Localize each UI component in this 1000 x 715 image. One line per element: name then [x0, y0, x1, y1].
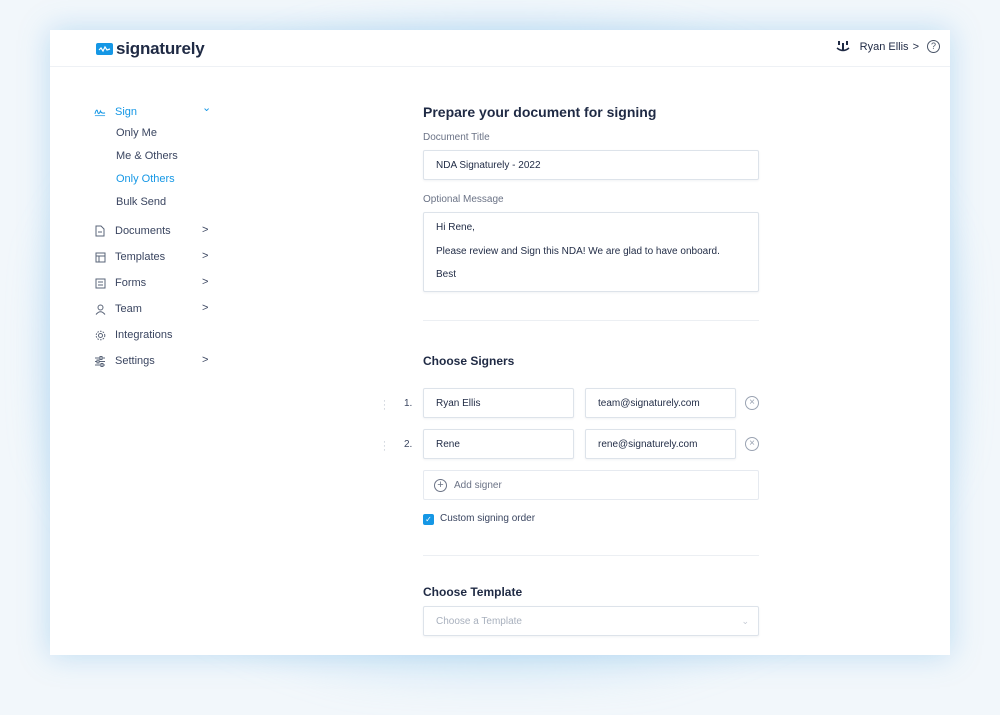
- sidebar-item-label: Documents: [115, 225, 171, 237]
- brand-name: signaturely: [116, 39, 205, 58]
- chevron-down-icon: ⌄: [202, 102, 212, 114]
- sidebar-item-label: Integrations: [115, 329, 173, 341]
- logo-icon: [96, 43, 113, 55]
- signer-number: 2.: [404, 439, 413, 450]
- document-title-input[interactable]: NDA Signaturely - 2022: [423, 150, 759, 180]
- add-signer-button[interactable]: + Add signer: [423, 470, 759, 500]
- document-title-value: NDA Signaturely - 2022: [436, 160, 541, 171]
- add-signer-label: Add signer: [454, 480, 502, 491]
- user-chevron-icon: >: [912, 40, 919, 53]
- app-window: signaturely Ryan Ellis > ? Sign ⌄ Only M…: [50, 30, 950, 655]
- message-textarea[interactable]: Hi Rene, Please review and Sign this NDA…: [423, 212, 759, 292]
- sidebar-item-team[interactable]: Team >: [94, 301, 214, 317]
- chevron-right-icon: >: [202, 276, 209, 288]
- remove-signer-icon[interactable]: ×: [745, 437, 759, 451]
- chevron-right-icon: >: [202, 354, 209, 366]
- template-placeholder: Choose a Template: [436, 616, 522, 627]
- sidebar-subitem-bulk-send[interactable]: Bulk Send: [116, 196, 166, 208]
- signer-name-value: Rene: [436, 439, 460, 450]
- message-label: Optional Message: [423, 194, 504, 205]
- remove-signer-icon[interactable]: ×: [745, 396, 759, 410]
- section-divider: [423, 320, 759, 321]
- brand-logo[interactable]: signaturely: [96, 39, 205, 59]
- user-menu[interactable]: Ryan Ellis > ?: [836, 40, 940, 53]
- sidebar-item-settings[interactable]: Settings >: [94, 353, 214, 369]
- sidebar-subitem-me-others[interactable]: Me & Others: [116, 150, 178, 162]
- chevron-right-icon: >: [202, 224, 209, 236]
- signer-email-input[interactable]: rene@signaturely.com: [585, 429, 736, 459]
- signature-icon: [94, 106, 106, 118]
- document-title-label: Document Title: [423, 132, 490, 143]
- template-icon: [94, 251, 106, 263]
- drag-handle-icon[interactable]: ⋅ ⋅ ⋅: [383, 438, 386, 455]
- chevron-down-icon: ⌄: [741, 616, 749, 626]
- sliders-icon: [94, 355, 106, 367]
- drag-handle-icon[interactable]: ⋅ ⋅ ⋅: [383, 397, 386, 414]
- sidebar-subitem-only-others[interactable]: Only Others: [116, 173, 175, 185]
- section-divider: [423, 555, 759, 556]
- custom-order-label[interactable]: Custom signing order: [440, 513, 535, 524]
- sidebar-item-sign[interactable]: Sign ⌄: [94, 102, 214, 120]
- template-select[interactable]: Choose a Template ⌄: [423, 606, 759, 636]
- signer-email-value: team@signaturely.com: [598, 398, 700, 409]
- user-name[interactable]: Ryan Ellis: [860, 41, 909, 53]
- chevron-right-icon: >: [202, 302, 209, 314]
- signers-heading: Choose Signers: [423, 354, 515, 368]
- sidebar-item-integrations[interactable]: Integrations: [94, 327, 214, 343]
- sidebar-item-templates[interactable]: Templates >: [94, 249, 214, 265]
- document-icon: [94, 225, 106, 237]
- help-icon[interactable]: ?: [927, 40, 940, 53]
- sidebar-item-label: Sign: [115, 106, 138, 118]
- form-icon: [94, 277, 106, 289]
- signer-number: 1.: [404, 398, 413, 409]
- custom-order-checkbox[interactable]: ✓: [423, 514, 434, 525]
- sidebar-item-documents[interactable]: Documents >: [94, 223, 214, 239]
- signer-email-value: rene@signaturely.com: [598, 439, 698, 450]
- signer-email-input[interactable]: team@signaturely.com: [585, 388, 736, 418]
- chevron-right-icon: >: [202, 250, 209, 262]
- top-header: signaturely Ryan Ellis > ?: [50, 30, 950, 67]
- template-heading: Choose Template: [423, 585, 523, 599]
- message-line: Hi Rene,: [436, 222, 475, 233]
- gear-icon: [94, 329, 106, 341]
- message-line: Best: [436, 269, 457, 280]
- sidebar-item-forms[interactable]: Forms >: [94, 275, 214, 291]
- signer-name-input[interactable]: Rene: [423, 429, 574, 459]
- page-title: Prepare your document for signing: [423, 104, 657, 120]
- plus-circle-icon: +: [434, 479, 447, 492]
- user-avatar-icon: [836, 40, 850, 53]
- sidebar-item-label: Team: [115, 303, 142, 315]
- signer-name-value: Ryan Ellis: [436, 398, 481, 409]
- user-icon: [94, 303, 106, 315]
- signer-name-input[interactable]: Ryan Ellis: [423, 388, 574, 418]
- sidebar-item-label: Forms: [115, 277, 147, 289]
- sidebar-item-label: Templates: [115, 251, 166, 263]
- sidebar-subitem-only-me[interactable]: Only Me: [116, 127, 157, 139]
- sidebar-item-label: Settings: [115, 355, 155, 367]
- message-line: Please review and Sign this NDA! We are …: [436, 246, 720, 257]
